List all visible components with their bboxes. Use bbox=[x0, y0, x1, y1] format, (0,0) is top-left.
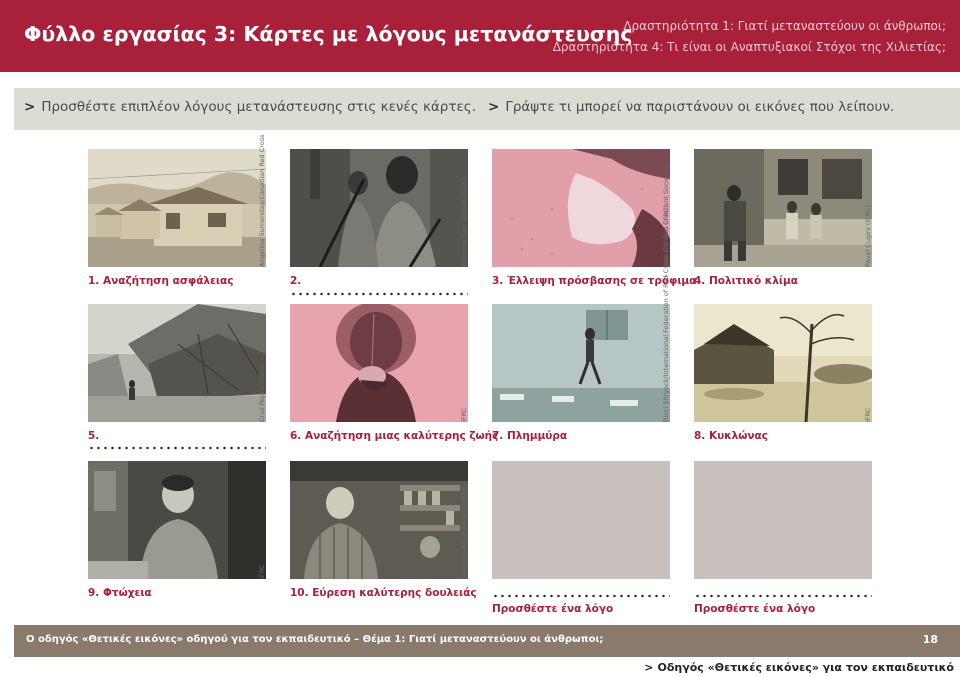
photo-credit: Gemunu Amarasinghe (IRCS) bbox=[460, 484, 468, 579]
photo-grain-hands bbox=[492, 149, 670, 267]
card-caption: 8. Κυκλώνας bbox=[694, 430, 768, 442]
photo-shelters bbox=[88, 149, 266, 267]
card-caption: 5. bbox=[88, 430, 100, 442]
photo-soldier-street bbox=[694, 149, 872, 267]
photo-flood-child bbox=[492, 304, 670, 422]
card-caption: 7. Πλημμύρα bbox=[492, 430, 568, 442]
blank-photo-placeholder[interactable] bbox=[492, 461, 670, 579]
arrow-icon: > bbox=[488, 99, 500, 115]
photo-credit: Cruz Roja Chilena bbox=[258, 364, 266, 422]
activity-1-link[interactable]: Δραστηριότητα 1: Γιατί μεταναστεύουν οι … bbox=[623, 19, 946, 33]
footer-bar: Ο οδηγός «Θετικές εικόνες» οδηγού για το… bbox=[14, 625, 960, 657]
add-reason-caption: Προσθέστε ένα λόγο bbox=[694, 603, 816, 615]
card-caption: 1. Αναζήτηση ασφάλειας bbox=[88, 275, 234, 287]
write-in-dotted-line[interactable] bbox=[492, 594, 670, 598]
photo-poverty-man bbox=[88, 461, 266, 579]
page-title: Φύλλο εργασίας 3: Κάρτες με λόγους μεταν… bbox=[24, 22, 633, 46]
instruction-describe-images: > Γράψτε τι μπορεί να παριστάνουν οι εικό… bbox=[488, 99, 894, 115]
write-in-dotted-line[interactable] bbox=[694, 594, 872, 598]
teacher-guide-link[interactable]: > Οδηγός «Θετικές εικόνες» για τον εκπαιδ… bbox=[644, 661, 954, 674]
card-caption: 2. bbox=[290, 275, 302, 287]
header-banner: Φύλλο εργασίας 3: Κάρτες με λόγους μεταν… bbox=[0, 0, 960, 72]
arrow-icon: > bbox=[24, 99, 36, 115]
photo-credit: Jose Cendon (IFRC) bbox=[662, 205, 670, 267]
instruction-add-reasons: > Προσθέστε επιπλέον λόγους μετανάστευσης… bbox=[24, 99, 476, 115]
instruction-text: Προσθέστε επιπλέον λόγους μετανάστευσης … bbox=[41, 99, 477, 115]
page-number: 18 bbox=[922, 633, 938, 646]
photo-credit: IFRC bbox=[258, 564, 266, 579]
activity-4-link[interactable]: Δραστηριότητα 4: Τι είναι οι Αναπτυξιακο… bbox=[553, 40, 946, 54]
card-caption: 10. Εύρεση καλύτερης δουλειάς bbox=[290, 587, 477, 599]
photo-child-soldiers bbox=[290, 149, 468, 267]
add-reason-caption: Προσθέστε ένα λόγο bbox=[492, 603, 614, 615]
photo-cyclone-damage bbox=[694, 304, 872, 422]
card-caption: 9. Φτώχεια bbox=[88, 587, 152, 599]
instructions-bar: > Προσθέστε επιπλέον λόγους μετανάστευσης… bbox=[14, 88, 960, 130]
card-caption: 4. Πολιτικό κλίμα bbox=[694, 275, 798, 287]
photo-credit: IFRC bbox=[460, 407, 468, 422]
instruction-text: Γράψτε τι μπορεί να παριστάνουν οι εικόν… bbox=[505, 99, 895, 115]
write-in-dotted-line[interactable] bbox=[290, 292, 468, 296]
photo-credit: IFRC bbox=[864, 407, 872, 422]
arrow-icon: > bbox=[644, 661, 654, 674]
teacher-guide-link-label: Οδηγός «Θετικές εικόνες» για τον εκπαιδε… bbox=[657, 661, 954, 674]
photo-credit: Angeline Sumendap/Canadian Red Cross bbox=[258, 134, 266, 267]
blank-photo-placeholder[interactable] bbox=[694, 461, 872, 579]
footer-text: Ο οδηγός «Θετικές εικόνες» οδηγού για το… bbox=[26, 634, 604, 645]
card-caption: 6. Αναζήτηση μιας καλύτερης ζωής bbox=[290, 430, 499, 442]
write-in-dotted-line[interactable] bbox=[88, 446, 266, 450]
photo-boy-with-bird bbox=[290, 304, 468, 422]
photo-earthquake-rubble bbox=[88, 304, 266, 422]
photo-shopkeeper bbox=[290, 461, 468, 579]
photo-credit: Anthony Tian Voeten (ICRC) bbox=[460, 177, 468, 267]
photo-credit: Ricci Shryock/International Federation o… bbox=[662, 164, 670, 422]
photo-credit: Pavel Cugini (ICRC) bbox=[864, 204, 872, 267]
